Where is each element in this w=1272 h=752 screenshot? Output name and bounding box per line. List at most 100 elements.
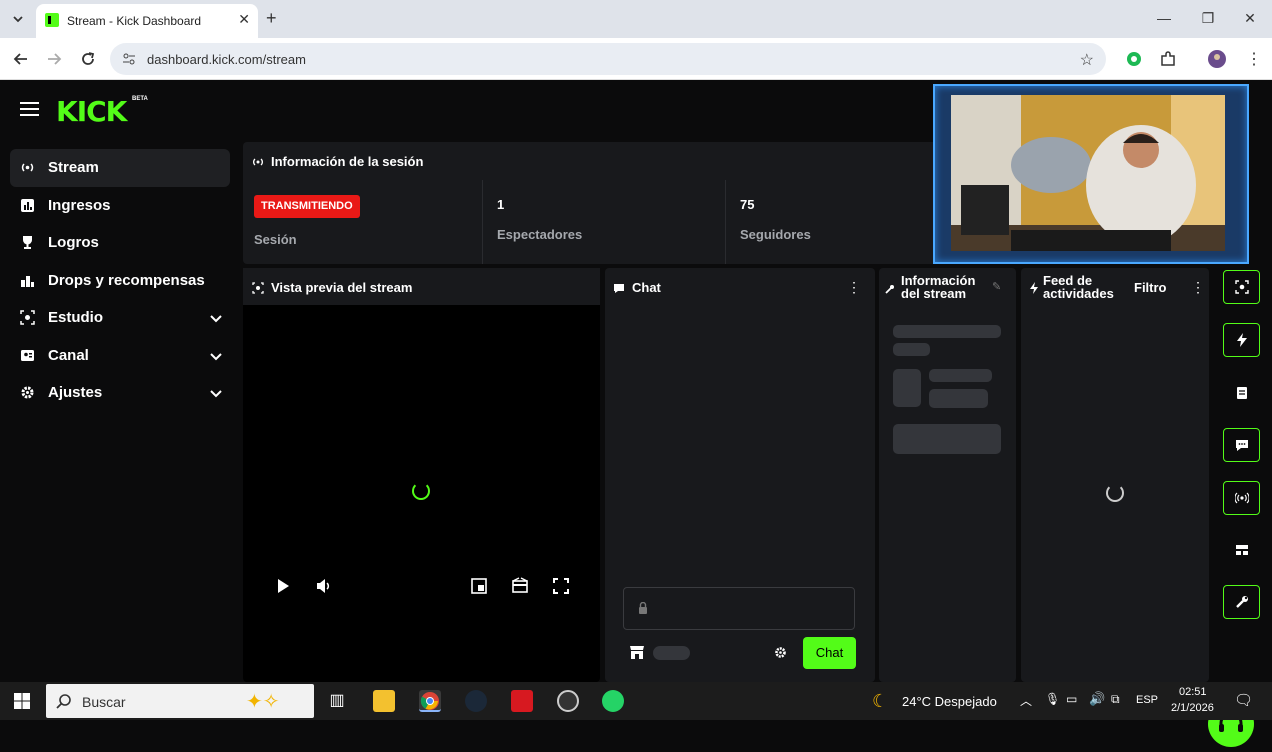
lock-icon <box>638 601 648 614</box>
whatsapp-icon[interactable] <box>602 690 624 712</box>
fullscreen-icon[interactable] <box>552 577 570 595</box>
loading-placeholder <box>653 646 690 660</box>
back-icon[interactable] <box>12 50 30 68</box>
browser-tab[interactable]: Stream - Kick Dashboard ✕ <box>36 4 258 38</box>
broadcast-icon <box>252 155 264 167</box>
rail-broadcast-button[interactable] <box>1223 481 1260 515</box>
divider <box>725 180 726 264</box>
volume-icon[interactable] <box>315 577 333 595</box>
restore-icon[interactable]: ❐ <box>1198 10 1218 27</box>
divider <box>482 180 483 264</box>
beta-badge: BETA <box>132 96 148 102</box>
stream-preview-panel: Vista previa del stream <box>243 268 600 682</box>
chat-title: Chat <box>632 280 661 295</box>
display-icon[interactable]: ⧉ <box>1111 692 1120 707</box>
chrome-icon[interactable] <box>419 690 441 712</box>
feed-title: Feed de actividades <box>1043 274 1114 300</box>
skeleton-block <box>893 424 1001 454</box>
sidebar-item-ajustes[interactable]: Ajustes <box>10 374 230 412</box>
webcam-overlay[interactable] <box>933 84 1249 264</box>
rail-tools-button[interactable] <box>1223 585 1260 619</box>
webcam-video-frame <box>951 95 1225 251</box>
hamburger-menu-icon[interactable] <box>20 102 39 118</box>
session-title: Información de la sesión <box>271 154 424 169</box>
microphone-icon[interactable]: 🎙 <box>1045 692 1060 706</box>
chevron-down-icon[interactable] <box>208 385 224 401</box>
language-indicator[interactable]: ESP <box>1136 694 1158 706</box>
sparkle-icon: ✦✧ <box>246 691 280 713</box>
browser-menu-icon[interactable]: ⋮ <box>1246 49 1262 69</box>
notifications-icon[interactable]: 🗨 <box>1234 691 1253 709</box>
reload-icon[interactable] <box>79 50 97 68</box>
sidebar-item-stream[interactable]: Stream <box>10 149 230 187</box>
bookmark-star-icon[interactable]: ☆ <box>1080 50 1094 70</box>
rail-layout-button[interactable] <box>1223 533 1260 567</box>
weather-text[interactable]: 24°C Despejado <box>902 694 997 709</box>
address-bar[interactable]: dashboard.kick.com/stream ☆ <box>110 43 1106 75</box>
sidebar-item-logros[interactable]: Logros <box>10 224 230 262</box>
clock-date[interactable]: 2/1/2026 <box>1171 702 1214 714</box>
theater-mode-icon[interactable] <box>511 577 529 595</box>
minimize-icon[interactable]: — <box>1154 10 1174 26</box>
weather-moon-icon: ☾ <box>872 691 889 711</box>
rail-chat-button[interactable] <box>1223 428 1260 462</box>
forward-icon[interactable] <box>45 50 63 68</box>
close-window-icon[interactable]: ✕ <box>1240 10 1260 27</box>
chat-options-icon[interactable]: ⋮ <box>847 279 861 296</box>
app-red-icon[interactable] <box>511 690 533 712</box>
clock-time[interactable]: 02:51 <box>1179 686 1207 698</box>
feed-options-icon[interactable]: ⋮ <box>1191 279 1205 296</box>
obs-icon[interactable] <box>557 690 579 712</box>
camera-icon <box>20 310 35 325</box>
stream-info-title-line: del stream <box>901 286 967 301</box>
chart-icon <box>20 198 35 213</box>
loading-spinner <box>412 482 430 500</box>
skeleton-line <box>929 389 988 408</box>
viewers-count: 1 <box>497 197 505 212</box>
chat-send-button[interactable]: Chat <box>803 637 856 669</box>
close-tab-icon[interactable]: ✕ <box>238 11 250 28</box>
feed-filter-button[interactable]: Filtro <box>1134 280 1167 295</box>
sidebar-item-label: Ajustes <box>48 384 103 402</box>
chat-panel: Chat ⋮ Chat <box>605 268 875 682</box>
sidebar-item-drops[interactable]: Drops y recompensas <box>10 262 230 300</box>
chat-input[interactable] <box>623 587 855 630</box>
sidebar-item-ingresos[interactable]: Ingresos <box>10 187 230 225</box>
volume-icon[interactable]: 🔊 <box>1089 691 1105 707</box>
extension-green-icon[interactable] <box>1125 50 1143 68</box>
store-icon[interactable] <box>629 644 645 660</box>
live-status-badge: TRANSMITIENDO <box>254 195 360 218</box>
kick-logo[interactable]: KICK <box>56 95 127 128</box>
network-icon[interactable]: ▭ <box>1066 692 1077 706</box>
task-view-icon[interactable]: ▥ <box>326 690 348 712</box>
site-info-icon[interactable] <box>122 52 136 66</box>
chevron-down-icon[interactable] <box>208 348 224 364</box>
taskbar-search-box[interactable]: Buscar ✦✧ <box>46 684 314 718</box>
steam-icon[interactable] <box>465 690 487 712</box>
profile-avatar[interactable] <box>1208 50 1226 68</box>
play-icon[interactable] <box>274 577 292 595</box>
chat-settings-gear-icon[interactable] <box>774 646 787 659</box>
browser-tab-bar: Stream - Kick Dashboard ✕ + — ❐ ✕ <box>0 0 1272 38</box>
sidebar-item-label: Drops y recompensas <box>48 271 205 289</box>
sidebar-item-estudio[interactable]: Estudio <box>10 299 230 337</box>
new-tab-icon[interactable]: + <box>266 9 277 27</box>
file-explorer-icon[interactable] <box>373 690 395 712</box>
rail-preview-button[interactable] <box>1223 270 1260 304</box>
skeleton-line <box>929 369 992 382</box>
followers-label: Seguidores <box>740 227 811 242</box>
preview-title: Vista previa del stream <box>271 280 413 295</box>
chevron-down-icon[interactable] <box>208 310 224 326</box>
picture-in-picture-icon[interactable] <box>470 577 488 595</box>
tab-list-chevron-icon[interactable] <box>8 9 28 29</box>
search-placeholder: Buscar <box>82 694 126 710</box>
extensions-puzzle-icon[interactable] <box>1159 50 1177 68</box>
windows-start-icon[interactable] <box>14 693 30 709</box>
sidebar-item-canal[interactable]: Canal <box>10 337 230 375</box>
rail-activity-button[interactable] <box>1223 323 1260 357</box>
chat-bubble-icon <box>613 281 625 293</box>
rail-notes-button[interactable] <box>1223 376 1260 410</box>
tray-chevron-up-icon[interactable]: ︿ <box>1020 692 1032 709</box>
edit-pencil-icon[interactable]: ✎ <box>992 280 1001 293</box>
tab-title: Stream - Kick Dashboard <box>67 14 202 28</box>
